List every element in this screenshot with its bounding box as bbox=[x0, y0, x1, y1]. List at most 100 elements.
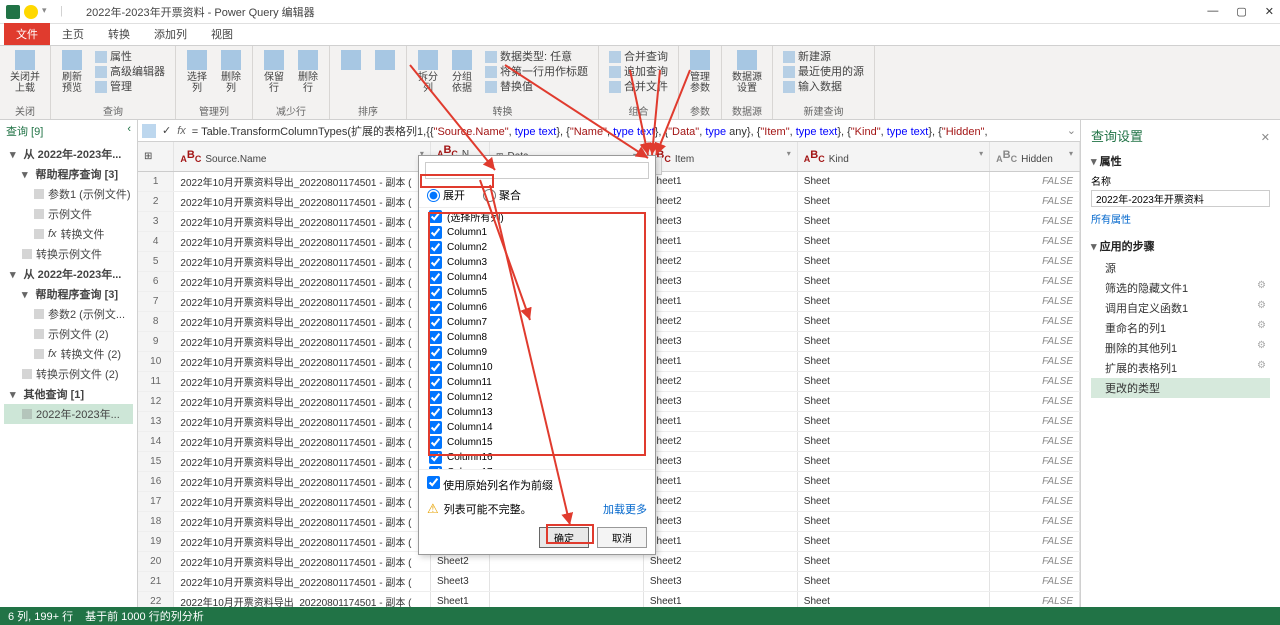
ribbon-small-button[interactable]: 替换值 bbox=[485, 80, 588, 94]
col-header-Kind[interactable]: ABCKind▾ bbox=[797, 142, 989, 172]
ribbon-small-button[interactable]: 属性 bbox=[95, 50, 165, 64]
col-header-rownum[interactable]: ⊞ bbox=[138, 142, 174, 172]
collapse-icon[interactable]: ‹ bbox=[127, 123, 131, 139]
applied-step[interactable]: 扩展的表格列1⚙ bbox=[1091, 358, 1270, 378]
minimize-button[interactable]: — bbox=[1207, 5, 1218, 18]
properties-header[interactable]: 属性 bbox=[1091, 153, 1270, 169]
nav-nd[interactable]: 示例文件 bbox=[4, 204, 133, 224]
column-checkbox[interactable]: Column10 bbox=[419, 360, 655, 375]
ribbon-small-button[interactable]: 新建源 bbox=[783, 50, 864, 64]
nav-nd[interactable]: 2022年-2023年... bbox=[4, 404, 133, 424]
expand-radio[interactable]: 展开 bbox=[427, 187, 465, 203]
cell: FALSE bbox=[990, 312, 1080, 332]
column-checkbox[interactable]: Column8 bbox=[419, 330, 655, 345]
check-icon[interactable]: ✓ bbox=[162, 124, 171, 137]
ribbon-small-button[interactable]: 将第一行用作标题 bbox=[485, 65, 588, 79]
all-properties-link[interactable]: 所有属性 bbox=[1091, 211, 1270, 226]
nav-fd[interactable]: 从 2022年-2023年... bbox=[4, 144, 133, 164]
column-checkbox[interactable]: Column4 bbox=[419, 270, 655, 285]
nav-nd[interactable]: 参数1 (示例文件) bbox=[4, 184, 133, 204]
applied-step[interactable]: 删除的其他列1⚙ bbox=[1091, 338, 1270, 358]
ribbon-button[interactable]: 拆分列 bbox=[413, 48, 443, 96]
column-checkbox[interactable]: Column1 bbox=[419, 225, 655, 240]
col-header-Hidden[interactable]: ABCHidden▾ bbox=[990, 142, 1080, 172]
column-checkbox[interactable]: Column2 bbox=[419, 240, 655, 255]
ribbon-button[interactable]: 删除行 bbox=[293, 48, 323, 96]
dropdown-icon[interactable]: ▾ bbox=[42, 5, 56, 19]
nav-fd[interactable]: 其他查询 [1] bbox=[4, 384, 133, 404]
column-checkbox[interactable]: Column5 bbox=[419, 285, 655, 300]
aggregate-radio[interactable]: 聚合 bbox=[483, 187, 521, 203]
ribbon-button[interactable]: 关闭并上载 bbox=[6, 48, 44, 96]
popup-column-list[interactable]: (选择所有列) Column1 Column2 Column3 Column4 … bbox=[419, 207, 655, 470]
applied-step[interactable]: 调用自定义函数1⚙ bbox=[1091, 298, 1270, 318]
nav-nd[interactable]: 转换示例文件 bbox=[4, 244, 133, 264]
tab-视图[interactable]: 视图 bbox=[199, 23, 245, 45]
tab-主页[interactable]: 主页 bbox=[50, 23, 96, 45]
tab-文件[interactable]: 文件 bbox=[4, 23, 50, 45]
ribbon-button[interactable]: 数据源设置 bbox=[728, 48, 766, 96]
ribbon-group-label: 参数 bbox=[685, 102, 715, 118]
ribbon-small-button[interactable]: 最近使用的源 bbox=[783, 65, 864, 79]
ribbon-small-button[interactable]: 数据类型: 任意 bbox=[485, 50, 588, 64]
ribbon-button[interactable]: 刷新预览 bbox=[57, 48, 87, 96]
applied-step[interactable]: 重命名的列1⚙ bbox=[1091, 318, 1270, 338]
column-checkbox[interactable]: Column16 bbox=[419, 450, 655, 465]
ribbon-small-button[interactable]: 输入数据 bbox=[783, 80, 864, 94]
use-original-names-checkbox[interactable]: 使用原始列名作为前缀 bbox=[427, 480, 553, 492]
table-row[interactable]: 212022年10月开票资料导出_20220801174501 - 副本 (Sh… bbox=[138, 572, 1080, 592]
ok-button[interactable]: 确定 bbox=[539, 527, 589, 548]
tab-添加列[interactable]: 添加列 bbox=[142, 23, 199, 45]
ribbon-small-button[interactable]: 合并文件 bbox=[609, 80, 668, 94]
tab-转换[interactable]: 转换 bbox=[96, 23, 142, 45]
expand-formula-icon[interactable]: ⌄ bbox=[1067, 124, 1076, 137]
ribbon-button[interactable] bbox=[336, 48, 366, 74]
load-more-link[interactable]: 加载更多 bbox=[603, 501, 647, 517]
ribbon-small-button[interactable]: 高级编辑器 bbox=[95, 65, 165, 79]
nav-nd[interactable]: 参数2 (示例文... bbox=[4, 304, 133, 324]
nav-nd[interactable]: 转换示例文件 (2) bbox=[4, 364, 133, 384]
col-header-Item[interactable]: ABCItem▾ bbox=[643, 142, 797, 172]
ribbon-small-button[interactable]: 合并查询 bbox=[609, 50, 668, 64]
close-settings-icon[interactable]: ✕ bbox=[1261, 131, 1270, 144]
ribbon-button[interactable]: 管理参数 bbox=[685, 48, 715, 96]
ribbon-button[interactable]: 保留行 bbox=[259, 48, 289, 96]
applied-step[interactable]: 更改的类型 bbox=[1091, 378, 1270, 398]
ribbon-small-button[interactable]: 追加查询 bbox=[609, 65, 668, 79]
ribbon-button[interactable]: 选择列 bbox=[182, 48, 212, 96]
nav-fd[interactable]: 帮助程序查询 [3] bbox=[4, 284, 133, 304]
column-checkbox[interactable]: Column7 bbox=[419, 315, 655, 330]
column-checkbox[interactable]: Column3 bbox=[419, 255, 655, 270]
nav-nd[interactable]: fx 转换文件 (2) bbox=[4, 344, 133, 364]
ribbon-small-button[interactable]: 管理 bbox=[95, 80, 165, 94]
fx-icon[interactable]: fx bbox=[177, 125, 186, 137]
col-header-Source.Name[interactable]: ABCSource.Name▾ bbox=[174, 142, 431, 172]
cancel-button[interactable]: 取消 bbox=[597, 527, 647, 548]
column-checkbox[interactable]: Column15 bbox=[419, 435, 655, 450]
table-row[interactable]: 222022年10月开票资料导出_20220801174501 - 副本 (Sh… bbox=[138, 592, 1080, 608]
column-checkbox[interactable]: Column6 bbox=[419, 300, 655, 315]
popup-search-input[interactable] bbox=[425, 162, 649, 179]
close-button[interactable]: ✕ bbox=[1265, 5, 1274, 18]
nav-nd[interactable]: 示例文件 (2) bbox=[4, 324, 133, 344]
nav-fd[interactable]: 帮助程序查询 [3] bbox=[4, 164, 133, 184]
select-all-checkbox[interactable]: (选择所有列) bbox=[419, 208, 655, 225]
nav-fd[interactable]: 从 2022年-2023年... bbox=[4, 264, 133, 284]
maximize-button[interactable]: ▢ bbox=[1236, 5, 1246, 18]
applied-step[interactable]: 筛选的隐藏文件1⚙ bbox=[1091, 278, 1270, 298]
cell: FALSE bbox=[990, 532, 1080, 552]
steps-header[interactable]: 应用的步骤 bbox=[1091, 238, 1270, 254]
ribbon-button[interactable]: 分组依据 bbox=[447, 48, 477, 96]
ribbon-button[interactable]: 删除列 bbox=[216, 48, 246, 96]
column-checkbox[interactable]: Column14 bbox=[419, 420, 655, 435]
nav-nd[interactable]: fx 转换文件 bbox=[4, 224, 133, 244]
formula-text[interactable]: = Table.TransformColumnTypes(扩展的表格列1,{{"… bbox=[192, 123, 1061, 139]
ribbon-button[interactable] bbox=[370, 48, 400, 74]
column-checkbox[interactable]: Column13 bbox=[419, 405, 655, 420]
column-checkbox[interactable]: Column17 bbox=[419, 465, 655, 470]
query-name-input[interactable] bbox=[1091, 190, 1270, 207]
applied-step[interactable]: 源 bbox=[1091, 258, 1270, 278]
column-checkbox[interactable]: Column11 bbox=[419, 375, 655, 390]
column-checkbox[interactable]: Column9 bbox=[419, 345, 655, 360]
column-checkbox[interactable]: Column12 bbox=[419, 390, 655, 405]
